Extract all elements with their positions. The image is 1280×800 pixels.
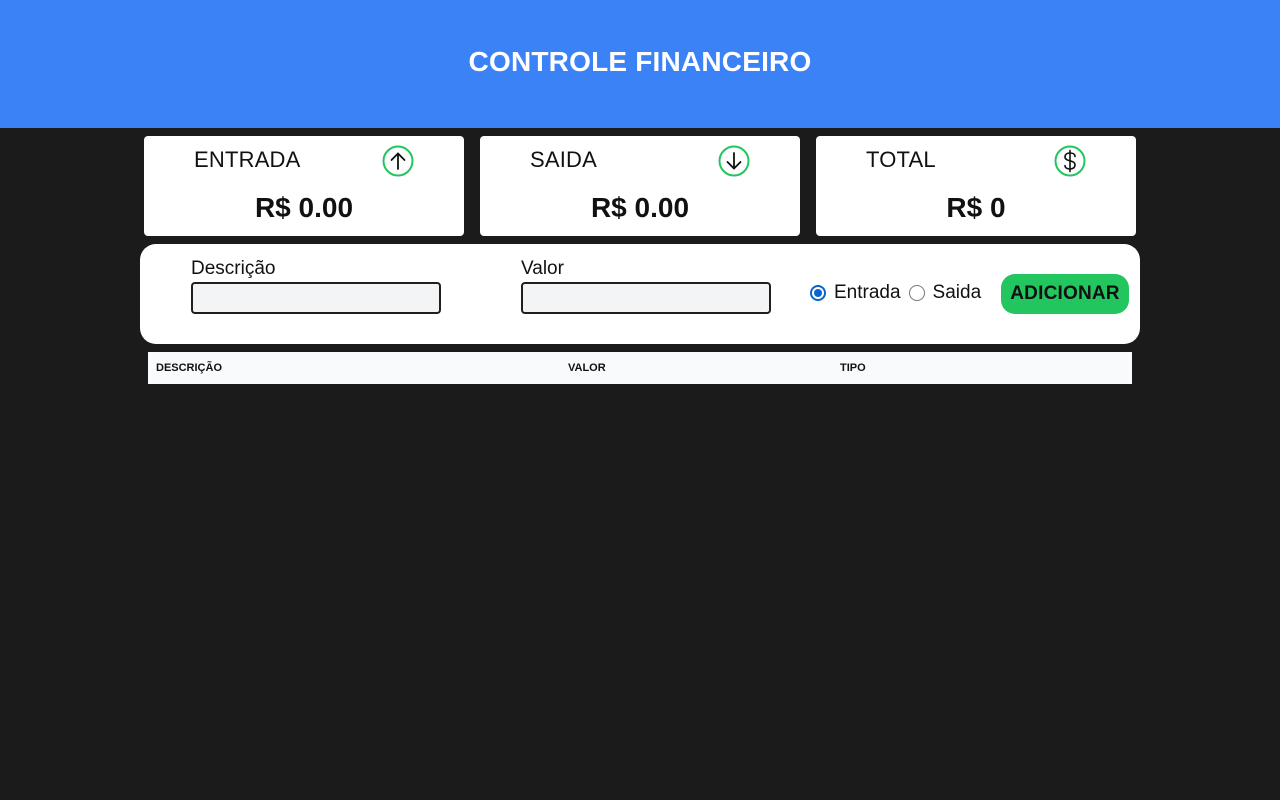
- summary-cards: ENTRADA R$ 0.00 SAIDA R$ 0.00 TOTAL R$ 0: [144, 136, 1136, 236]
- column-header-value: VALOR: [568, 362, 606, 374]
- transaction-form: Descrição Valor Entrada Saida ADICIONAR: [140, 244, 1140, 344]
- dollar-circle-icon: [1054, 145, 1086, 177]
- radio-entrada[interactable]: Entrada: [810, 282, 901, 304]
- card-title: SAIDA: [530, 147, 598, 172]
- page-title: CONTROLE FINANCEIRO: [468, 46, 812, 77]
- description-label: Descrição: [191, 258, 276, 279]
- column-header-description: DESCRIÇÃO: [156, 362, 223, 374]
- radio-saida[interactable]: Saida: [908, 282, 982, 304]
- radio-entrada-button[interactable]: [810, 285, 826, 301]
- radio-entrada-label: Entrada: [834, 282, 901, 303]
- arrow-up-circle-icon: [382, 145, 414, 177]
- value-label: Valor: [521, 258, 564, 279]
- card-amount: R$ 0.00: [590, 192, 690, 223]
- radio-saida-label: Saida: [932, 282, 982, 303]
- description-input[interactable]: [191, 282, 441, 314]
- description-field: Descrição: [191, 258, 441, 314]
- card-title: ENTRADA: [194, 147, 301, 172]
- type-radio-group: Entrada Saida: [810, 282, 989, 304]
- column-header-type: TIPO: [840, 362, 866, 374]
- card-amount: R$ 0.00: [254, 192, 354, 223]
- value-input[interactable]: [521, 282, 771, 314]
- transactions-table: DESCRIÇÃO VALOR TIPO: [148, 352, 1132, 384]
- add-button[interactable]: ADICIONAR: [1001, 274, 1129, 314]
- arrow-down-circle-icon: [718, 145, 750, 177]
- card-entrada: ENTRADA R$ 0.00: [144, 136, 464, 236]
- radio-saida-button[interactable]: [908, 285, 925, 301]
- card-saida: SAIDA R$ 0.00: [480, 136, 800, 236]
- card-title: TOTAL: [866, 147, 936, 172]
- card-amount: R$ 0: [946, 192, 1006, 223]
- value-field: Valor: [521, 258, 771, 314]
- card-total: TOTAL R$ 0: [816, 136, 1136, 236]
- app-header: CONTROLE FINANCEIRO: [0, 0, 1280, 128]
